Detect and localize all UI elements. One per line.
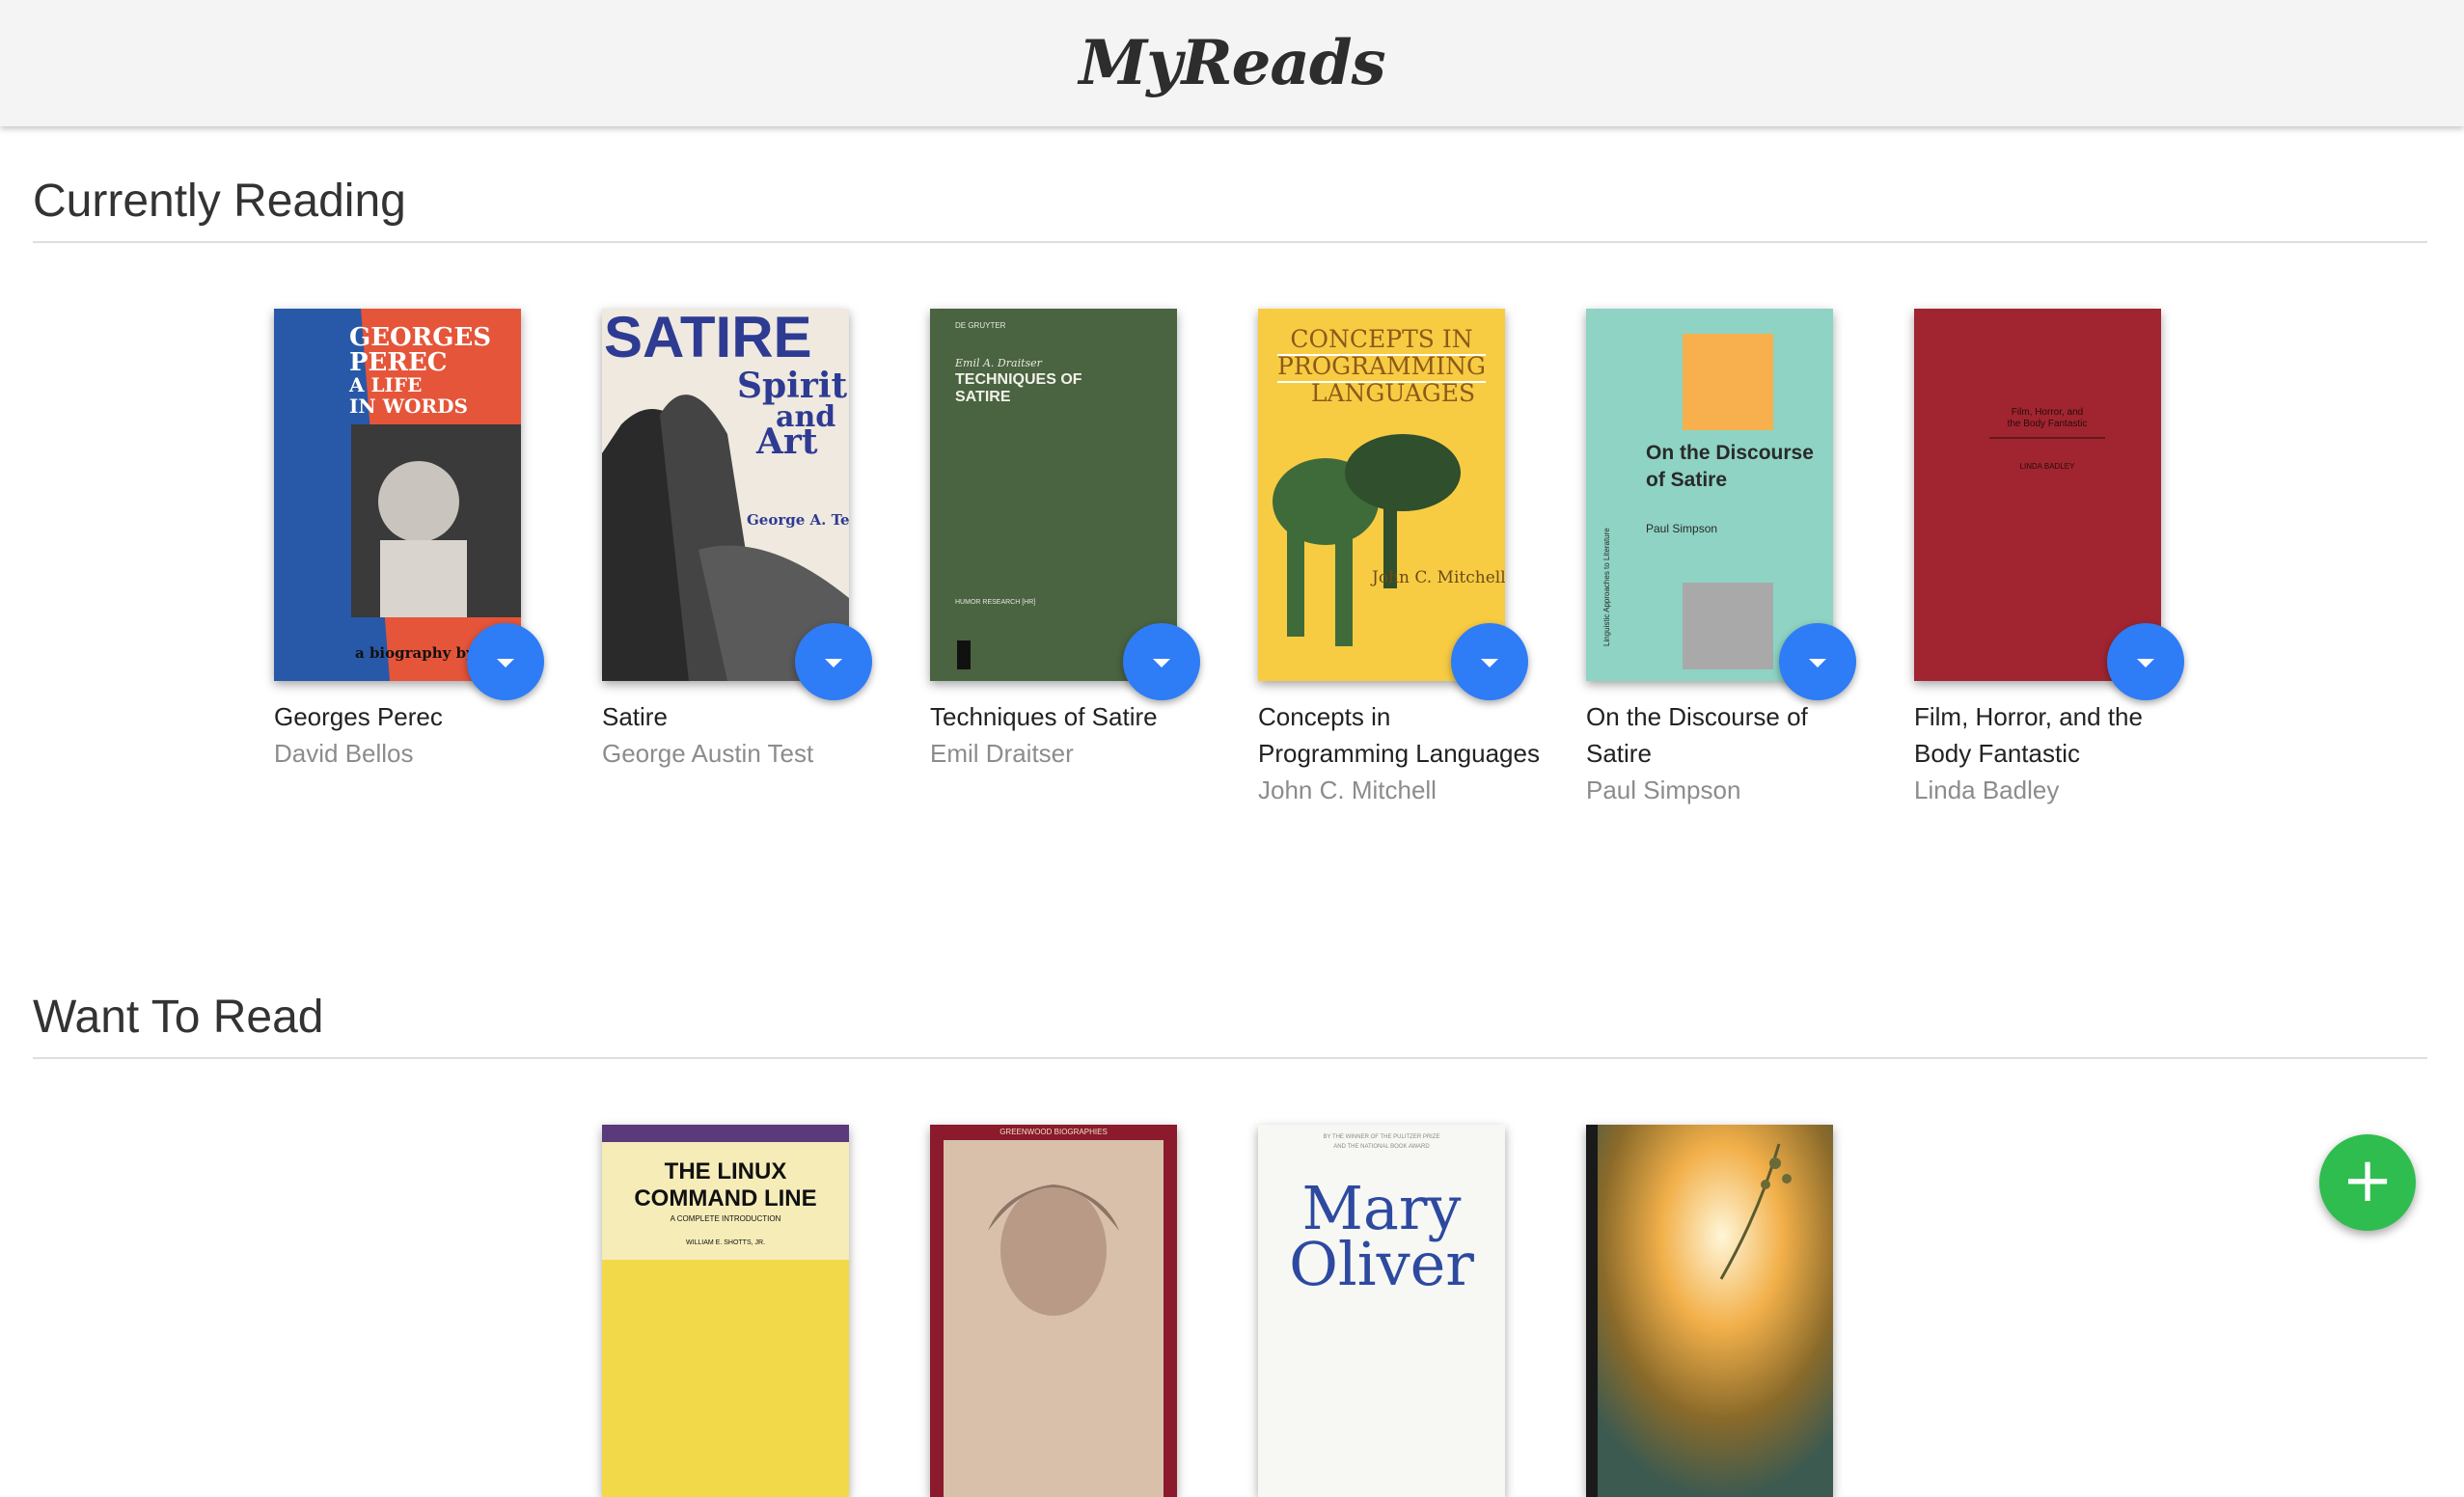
cover-text-line: THE LINUX	[665, 1158, 787, 1184]
book-title-text: Film, Horror, and the Body Fantastic	[1914, 702, 2143, 768]
cover-text-line: LINDA BADLEY	[2020, 462, 2076, 471]
book-cover[interactable]: SATIRE Spirit and Art George A. Test	[602, 309, 849, 681]
cover-text-line: COMMAND LINE	[634, 1185, 816, 1211]
cover-text-line: Art	[755, 422, 818, 462]
shelf-currently-reading: Currently Reading GEORGES PEREC A LIFE I…	[33, 174, 2427, 804]
book-authors: Linda Badley	[1914, 776, 2060, 804]
cover-text-line: Oliver	[1289, 1229, 1474, 1299]
book-cover[interactable]	[1586, 1125, 1833, 1497]
book-title: Satire George Austin Test	[602, 698, 891, 772]
book-title: Techniques of Satire Emil Draitser	[930, 698, 1219, 772]
book-authors: George Austin Test	[602, 739, 814, 768]
cover-text-line: On the Discourse	[1646, 442, 1814, 464]
cover-footer: HUMOR RESEARCH [HR]	[955, 599, 1035, 606]
shelf-title: Want To Read	[33, 990, 2427, 1059]
shelf-changer-button[interactable]	[1123, 623, 1200, 700]
shelf-title: Currently Reading	[33, 174, 2427, 243]
book-cover[interactable]: THE LINUX COMMAND LINE A COMPLETE INTROD…	[602, 1125, 849, 1497]
chevron-down-icon	[825, 658, 842, 667]
cover-text-line: Paul Simpson	[1646, 522, 1717, 535]
book-cover[interactable]: BY THE WINNER OF THE PULITZER PRIZE AND …	[1258, 1125, 1505, 1497]
book-authors: John C. Mitchell	[1258, 776, 1437, 804]
book-title-text: On the Discourse of Satire	[1586, 702, 1808, 768]
cover-text-line: Emil A. Draitser	[954, 357, 1043, 369]
cover-text-line: the Body Fantastic	[2008, 419, 2088, 429]
cover-text-line: A COMPLETE INTRODUCTION	[671, 1214, 781, 1223]
shelf-changer-button[interactable]	[467, 623, 544, 700]
shelf-changer-button[interactable]	[795, 623, 872, 700]
cover-text-line: TECHNIQUES OF	[955, 371, 1082, 388]
cover-text-line: GREENWOOD BIOGRAPHIES	[999, 1128, 1108, 1136]
cover-text-line: IN WORDS	[349, 395, 468, 418]
book-authors: David Bellos	[274, 739, 414, 768]
book-title-text: Satire	[602, 702, 668, 731]
cover-footer: Linguistic Approaches to Literature	[1602, 528, 1611, 646]
cover-footer: George A. Test	[747, 511, 849, 529]
app-title: MyReads	[1079, 27, 1385, 99]
cover-text-line: AND THE NATIONAL BOOK AWARD	[1333, 1144, 1430, 1150]
chevron-down-icon	[1809, 658, 1826, 667]
cover-text-line: PROGRAMMING	[1277, 352, 1486, 380]
chevron-down-icon	[1153, 658, 1170, 667]
cover-text-line: SATIRE	[604, 309, 812, 369]
cover-text-line: CONCEPTS IN	[1290, 325, 1472, 353]
chevron-down-icon	[2137, 658, 2154, 667]
shelf-changer-button[interactable]	[1451, 623, 1528, 700]
cover-text-line: Film, Horror, and	[2012, 407, 2083, 418]
cover-text-line: SATIRE	[955, 389, 1011, 405]
book-cover[interactable]: On the Discourse of Satire Paul Simpson …	[1586, 309, 1833, 681]
book-authors: Paul Simpson	[1586, 776, 1741, 804]
shelf-changer-button[interactable]	[2107, 623, 2184, 700]
book-title: On the Discourse of Satire Paul Simpson	[1586, 698, 1875, 808]
book-cover[interactable]: Film, Horror, and the Body Fantastic LIN…	[1914, 309, 2161, 681]
book-cover[interactable]: CONCEPTS IN PROGRAMMING LANGUAGES John C…	[1258, 309, 1505, 681]
add-book-button[interactable]: +	[2319, 1134, 2416, 1231]
plus-icon: +	[2341, 1145, 2394, 1216]
cover-footer: John C. Mitchell	[1370, 568, 1505, 587]
cover-text-line: BY THE WINNER OF THE PULITZER PRIZE	[1323, 1134, 1439, 1140]
book-cover[interactable]: GEORGES PEREC A LIFE IN WORDS a biograph…	[274, 309, 521, 681]
app-header: MyReads	[0, 0, 2464, 126]
cover-text-line: LANGUAGES	[1311, 379, 1475, 407]
cover-text-line: DE GRUYTER	[955, 321, 1006, 330]
chevron-down-icon	[1481, 658, 1498, 667]
chevron-down-icon	[497, 658, 514, 667]
book-cover[interactable]: GREENWOOD BIOGRAPHIES	[930, 1125, 1177, 1497]
book-authors: Emil Draitser	[930, 739, 1074, 768]
cover-text-line: of Satire	[1646, 469, 1727, 491]
shelf-want-to-read: Want To Read THE LINUX COMMAND LINE A CO…	[33, 990, 2427, 1497]
book-title-text: Georges Perec	[274, 702, 443, 731]
book-title: Concepts in Programming Languages John C…	[1258, 698, 1547, 808]
book-cover[interactable]: DE GRUYTER Emil A. Draitser TECHNIQUES O…	[930, 309, 1177, 681]
shelf-changer-button[interactable]	[1779, 623, 1856, 700]
book-title-text: Concepts in Programming Languages	[1258, 702, 1540, 768]
book-title-text: Techniques of Satire	[930, 702, 1158, 731]
book-title: Film, Horror, and the Body Fantastic Lin…	[1914, 698, 2204, 808]
cover-text-line: A LIFE	[348, 373, 422, 396]
cover-text-line: WILLIAM E. SHOTTS, JR.	[686, 1239, 765, 1246]
book-title: Georges Perec David Bellos	[274, 698, 563, 772]
